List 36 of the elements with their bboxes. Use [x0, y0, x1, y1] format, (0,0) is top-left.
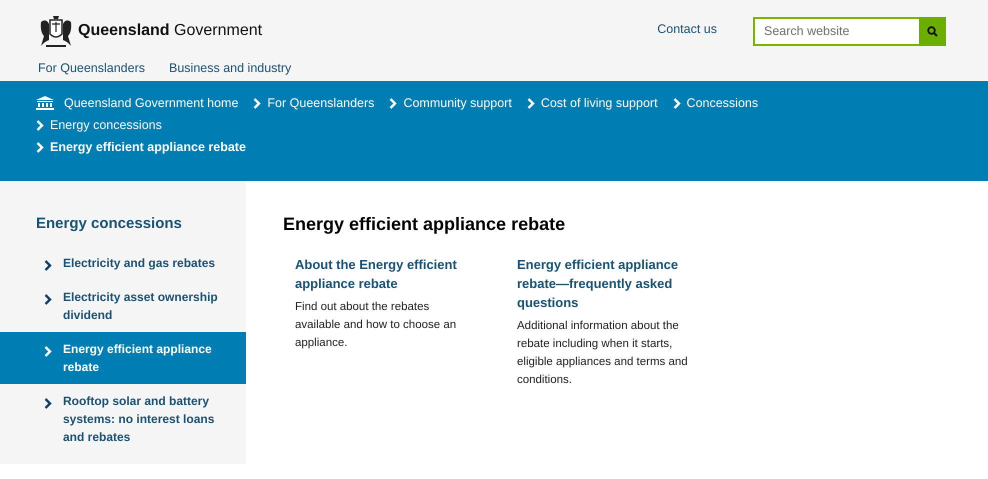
page-title: Energy efficient appliance rebate — [283, 214, 566, 235]
search-icon — [927, 26, 938, 36]
breadcrumb-link[interactable]: Cost of living support — [540, 96, 658, 110]
sidebar-item[interactable]: Electricity asset ownership dividend — [0, 280, 246, 332]
building-icon — [36, 96, 54, 110]
chevron-icon — [526, 98, 535, 108]
card-description: Additional information about the rebate including when it starts, eligible appliances and terms and conditions. — [517, 319, 689, 388]
breadcrumb-link[interactable]: Concessions — [686, 96, 758, 110]
chevron-icon — [36, 142, 44, 152]
search-field[interactable]: Search website — [753, 16, 919, 46]
chevron-icon — [44, 294, 52, 305]
card-description: Find out about the rebates available and how to choose an appliance. — [295, 300, 458, 351]
card-title-link[interactable]: About the Energy efficient appliance rebate — [295, 255, 477, 293]
nav-link[interactable]: For Queenslanders — [38, 61, 146, 75]
breadcrumb-current: Energy efficient appliance rebate — [50, 140, 246, 154]
sidebar-item[interactable]: Rooftop solar and battery systems: no interest loans and rebates — [0, 384, 246, 454]
chevron-icon — [44, 398, 52, 409]
crest-logo-icon — [38, 14, 74, 48]
contact-link[interactable]: Contact us — [657, 22, 717, 36]
breadcrumb-link[interactable]: For Queenslanders — [267, 96, 374, 110]
chevron-icon — [36, 120, 44, 130]
chevron-icon — [389, 98, 398, 108]
chevron-icon — [44, 346, 52, 357]
nav-link[interactable]: Business and industry — [169, 61, 292, 75]
chevron-icon — [672, 98, 681, 108]
chevron-icon — [253, 98, 262, 108]
sidebar-item[interactable]: Energy efficient appliance rebate — [0, 332, 246, 384]
breadcrumb-link[interactable]: Queensland Government home — [64, 96, 238, 110]
breadcrumb-link[interactable]: Energy concessions — [50, 118, 162, 132]
breadcrumb-link[interactable]: Community support — [403, 96, 512, 110]
search-button[interactable] — [919, 16, 946, 46]
sidebar-item[interactable]: Electricity and gas rebates — [0, 246, 246, 280]
chevron-icon — [44, 260, 52, 271]
site-logo-text[interactable]: Queensland Government — [78, 22, 262, 40]
card-title-link[interactable]: Energy efficient appliance rebate—frequently asked questions — [517, 255, 699, 312]
sidebar-title: Energy concessions — [36, 215, 183, 232]
